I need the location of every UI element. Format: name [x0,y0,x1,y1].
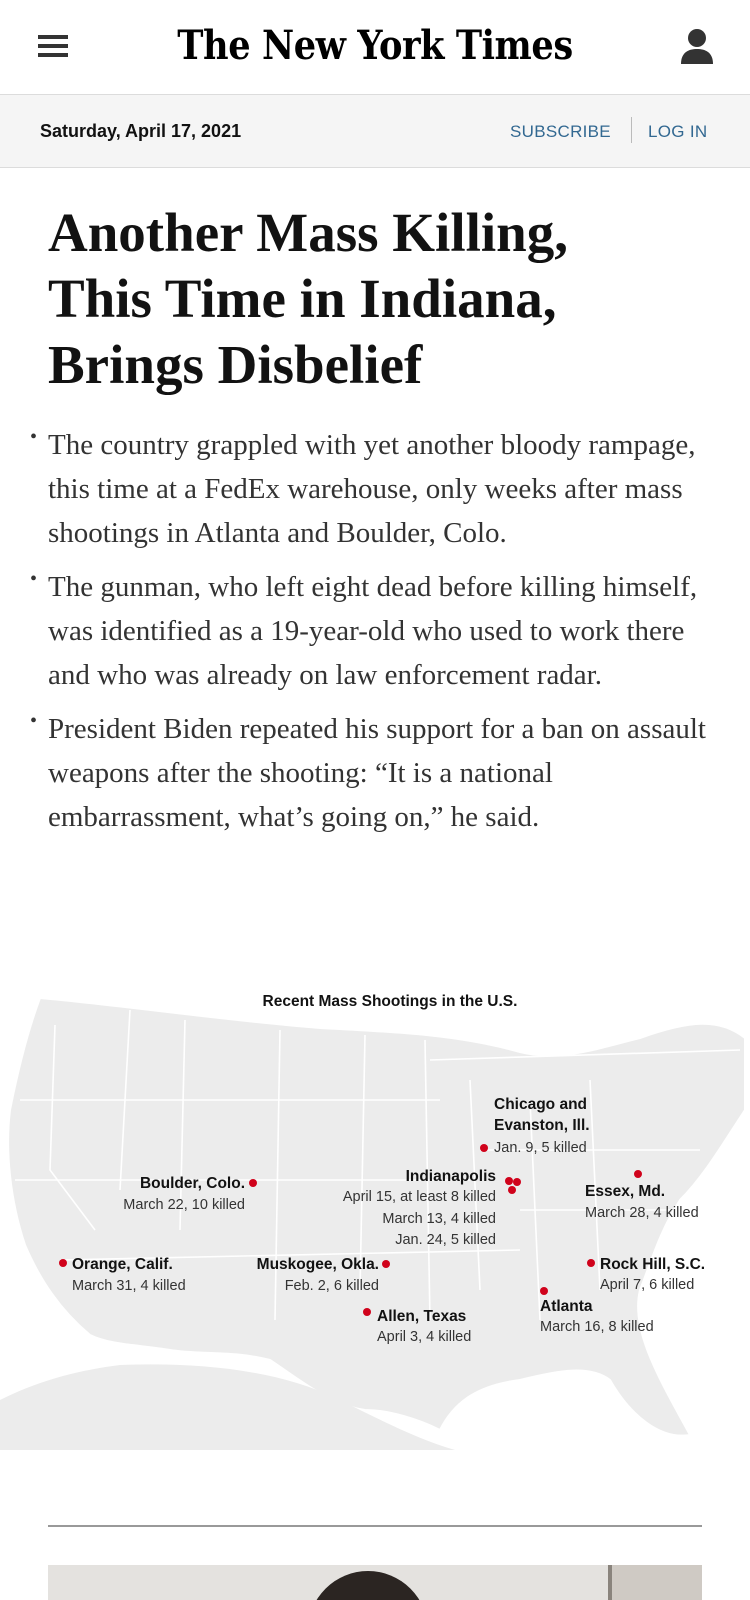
bullet-dot-icon: • [30,568,38,590]
map-location-detail: March 28, 4 killed [585,1205,699,1221]
shooting-marker[interactable] [480,1144,488,1152]
subscribe-link[interactable]: SUBSCRIBE [510,122,611,142]
headline-line: Another Mass Killing, [48,202,569,263]
shooting-marker[interactable] [540,1287,548,1295]
shooting-marker[interactable] [363,1308,371,1316]
map-location-detail: March 13, 4 killed [382,1211,496,1227]
shooting-marker[interactable] [249,1179,257,1187]
summary-bullet-text: President Biden repeated his support for… [48,713,706,833]
top-navigation-bar: The New York Times [0,0,750,95]
current-date: Saturday, April 17, 2021 [40,121,242,141]
map-location-detail: Jan. 9, 5 killed [494,1140,587,1156]
bullet-dot-icon: • [30,710,38,732]
link-separator [631,117,632,143]
map-location-name: Muskogee, Okla. [257,1256,379,1273]
article-headline[interactable]: Another Mass Killing, This Time in India… [48,200,708,398]
map-location-detail: March 16, 8 killed [540,1319,654,1335]
map-title: Recent Mass Shootings in the U.S. [263,993,518,1010]
map-location-detail: April 15, at least 8 killed [343,1189,496,1205]
map-location-name: Evanston, Ill. [494,1117,590,1134]
map-location-detail: Feb. 2, 6 killed [285,1278,379,1294]
summary-bullet-text: The gunman, who left eight dead before k… [48,571,698,691]
map-location-name: Allen, Texas [377,1308,466,1325]
map-location-name: Atlanta [540,1298,593,1315]
login-link[interactable]: LOG IN [648,122,707,142]
photo-subject [308,1571,428,1600]
section-divider [48,1525,702,1527]
summary-bullet: • The country grappled with yet another b… [30,423,708,555]
shooting-marker[interactable] [59,1259,67,1267]
summary-bullet: • The gunman, who left eight dead before … [30,565,708,697]
map-location-detail: April 3, 4 killed [377,1329,471,1345]
map-location-detail: March 22, 10 killed [123,1197,245,1213]
map-location-name: Indianapolis [406,1168,496,1185]
map-location-name: Chicago and [494,1096,587,1113]
map-location-name: Orange, Calif. [72,1256,173,1273]
mass-shootings-map[interactable]: Recent Mass Shootings in the U.S. Chicag… [0,990,750,1470]
shooting-marker[interactable] [508,1186,516,1194]
map-location-detail: Jan. 24, 5 killed [395,1232,496,1248]
summary-bullet: • President Biden repeated his support fo… [30,707,708,839]
user-account-icon[interactable] [680,28,714,66]
shooting-marker[interactable] [634,1170,642,1178]
map-location-name: Rock Hill, S.C. [600,1256,705,1273]
shooting-marker[interactable] [382,1260,390,1268]
map-location-name: Boulder, Colo. [140,1175,245,1192]
photo-background-frame [608,1565,702,1600]
summary-bullet-text: The country grappled with yet another bl… [48,429,696,549]
map-location-detail: April 7, 6 killed [600,1277,694,1293]
shooting-marker[interactable] [587,1259,595,1267]
bullet-dot-icon: • [30,426,38,448]
shooting-marker[interactable] [505,1177,513,1185]
shooting-marker[interactable] [513,1178,521,1186]
date-bar: Saturday, April 17, 2021 SUBSCRIBE LOG I… [0,95,750,168]
nyt-logo[interactable]: The New York Times [45,22,705,69]
summary-bullets: • The country grappled with yet another b… [30,423,708,849]
map-location-detail: March 31, 4 killed [72,1278,186,1294]
headline-line: This Time in Indiana, [48,268,557,329]
article-photo[interactable] [48,1565,702,1600]
map-location-name: Essex, Md. [585,1183,665,1200]
headline-line: Brings Disbelief [48,334,423,395]
